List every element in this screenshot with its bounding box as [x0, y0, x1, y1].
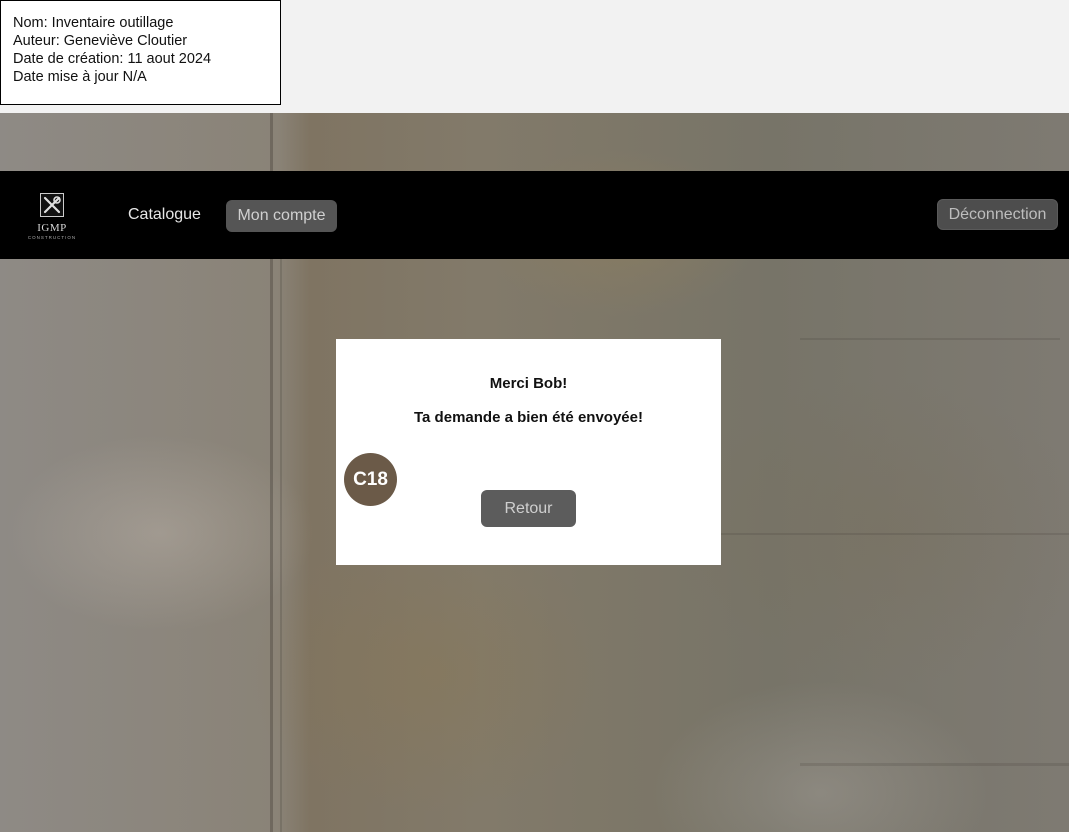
logo-subtext: CONSTRUCTION [27, 235, 77, 240]
top-navigation-bar: IGMP CONSTRUCTION Catalogue Mon compte D… [0, 171, 1069, 259]
wall-seam [800, 763, 1069, 766]
nav-catalogue[interactable]: Catalogue [128, 206, 201, 224]
nav-my-account[interactable]: Mon compte [226, 200, 337, 232]
doc-updated-date: Date mise à jour N/A [13, 69, 147, 85]
dialog-message: Ta demande a bien été envoyée! [414, 409, 643, 426]
document-info-box: Nom: Inventaire outillage Auteur: Genevi… [0, 0, 281, 105]
wall-seam [800, 338, 1060, 340]
back-button[interactable]: Retour [481, 490, 576, 527]
wall-seam [280, 173, 282, 832]
screen-id-badge: C18 [344, 453, 397, 506]
doc-created-date: Date de création: 11 aout 2024 [13, 51, 212, 67]
company-logo[interactable]: IGMP CONSTRUCTION [22, 193, 82, 245]
tools-icon [40, 193, 64, 217]
doc-author: Auteur: Geneviève Cloutier [13, 33, 188, 49]
logout-button[interactable]: Déconnection [937, 199, 1058, 230]
dialog-title: Merci Bob! [489, 375, 568, 392]
doc-name: Nom: Inventaire outillage [13, 15, 174, 31]
logo-text: IGMP [37, 222, 67, 234]
wall-seam [720, 533, 1069, 535]
confirmation-dialog: Merci Bob! Ta demande a bien été envoyée… [336, 339, 721, 565]
